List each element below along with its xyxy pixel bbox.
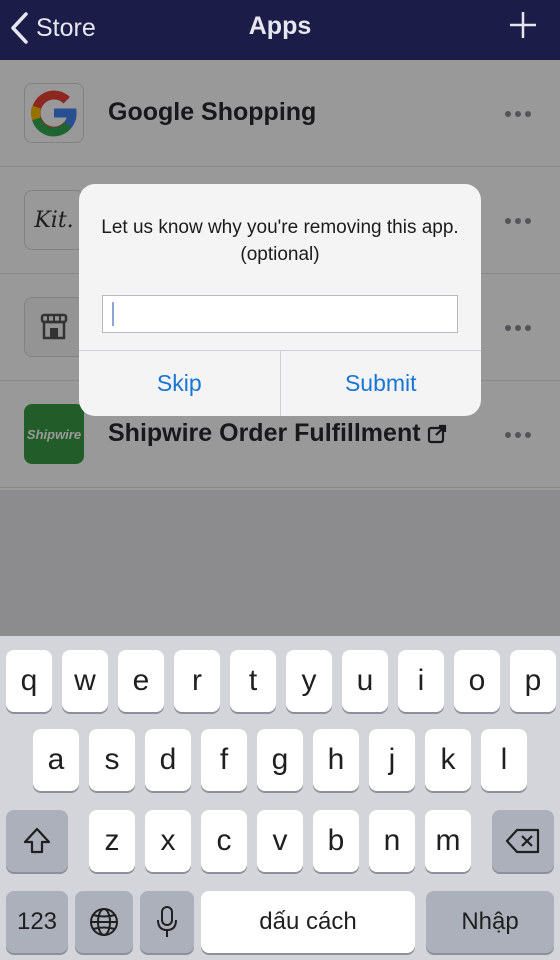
reason-input[interactable] [102,295,458,333]
globe-icon [90,908,118,936]
dictation-key[interactable] [140,891,194,953]
key-p[interactable]: p [510,650,556,712]
add-icon[interactable] [508,10,538,40]
key-h[interactable]: h [313,729,359,791]
remove-app-alert: Let us know why you're removing this app… [79,184,481,416]
key-d[interactable]: d [145,729,191,791]
key-f[interactable]: f [201,729,247,791]
key-a[interactable]: a [33,729,79,791]
backspace-icon [505,828,540,854]
key-e[interactable]: e [118,650,164,712]
key-q[interactable]: q [6,650,52,712]
key-r[interactable]: r [174,650,220,712]
key-c[interactable]: c [201,810,247,872]
navigation-bar: Store Apps [0,0,560,60]
shift-key[interactable] [6,810,68,872]
key-z[interactable]: z [89,810,135,872]
text-caret [112,302,114,326]
key-s[interactable]: s [89,729,135,791]
numbers-key[interactable]: 123 [6,891,68,953]
microphone-icon [157,906,177,937]
key-t[interactable]: t [230,650,276,712]
globe-key[interactable] [75,891,133,953]
key-y[interactable]: y [286,650,332,712]
key-o[interactable]: o [454,650,500,712]
key-l[interactable]: l [481,729,527,791]
submit-button[interactable]: Submit [279,351,482,416]
key-j[interactable]: j [369,729,415,791]
key-k[interactable]: k [425,729,471,791]
key-v[interactable]: v [257,810,303,872]
key-w[interactable]: w [62,650,108,712]
alert-message: Let us know why you're removing this app… [101,217,459,265]
skip-button[interactable]: Skip [79,351,280,416]
keyboard: q w e r t y u i o p a s d f g h j k l z … [0,636,560,960]
space-key[interactable]: dấu cách [201,891,415,953]
key-m[interactable]: m [425,810,471,872]
alert-buttons: Skip Submit [79,350,481,416]
page-title: Apps [248,12,312,40]
key-i[interactable]: i [398,650,444,712]
key-x[interactable]: x [145,810,191,872]
shift-icon [23,827,51,854]
delete-key[interactable] [492,810,554,872]
key-n[interactable]: n [369,810,415,872]
key-u[interactable]: u [342,650,388,712]
key-g[interactable]: g [257,729,303,791]
key-b[interactable]: b [313,810,359,872]
return-key[interactable]: Nhập [426,891,554,953]
